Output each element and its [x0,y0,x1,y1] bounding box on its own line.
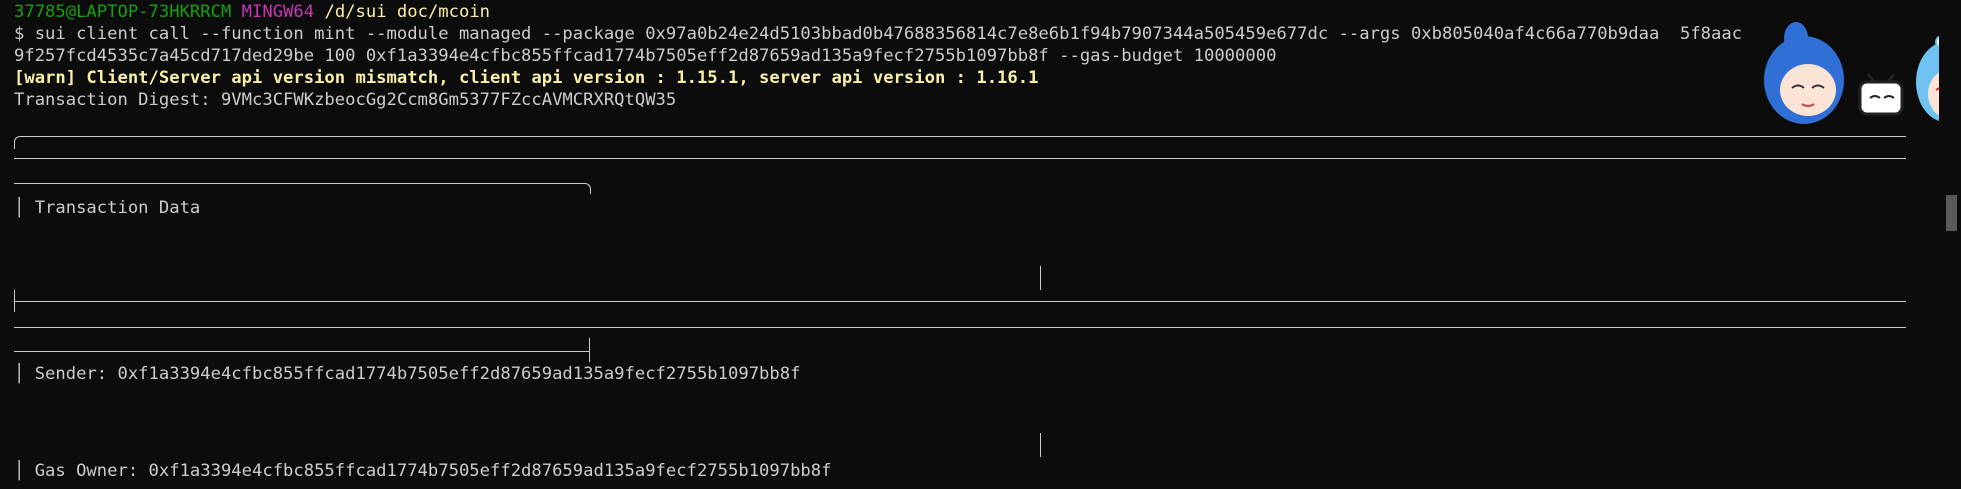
box-separator-1 [14,158,1906,159]
terminal-scrollbar[interactable] [1939,0,1961,489]
command-line-2: 9f257fcd4535c7a45cd717ded29be 100 0xf1a3… [14,46,1277,66]
prompt-shell: MINGW64 [241,2,315,22]
table-divider-1 [1040,266,1041,290]
header-box-top [14,183,584,184]
prompt-cwd: /d/sui doc/mcoin [324,2,491,22]
box-separator-3 [14,327,1906,328]
mascot-sticker-image [1756,18,1961,128]
terminal-window[interactable]: 37785@LAPTOP-73HKRRCM MINGW64 /d/sui doc… [0,0,1961,489]
box-top-border [38,136,1906,137]
prompt-user-host: 37785@LAPTOP-73HKRRCM [14,2,232,22]
section-transaction-data: │ Transaction Data [14,198,201,218]
box-separator-2 [14,301,1906,302]
header-box-corner [578,183,591,194]
sender-box-tee [589,338,590,362]
gas-owner-row: │ Gas Owner: 0xf1a3394e4cfbc855ffcad1774… [14,461,832,481]
scrollbar-thumb[interactable] [1946,195,1957,231]
command-line-1: $ sui client call --function mint --modu… [14,24,1743,44]
sender-row: │ Sender: 0xf1a3394e4cfbc855ffcad1774b75… [14,364,801,384]
box-corner-top-left [14,136,45,149]
sender-box-top [14,351,590,352]
shell-prompt: 37785@LAPTOP-73HKRRCM MINGW64 /d/sui doc… [14,0,490,24]
table-divider-2 [1040,433,1041,457]
version-warning: [warn] Client/Server api version mismatc… [14,68,1039,88]
transaction-digest: Transaction Digest: 9VMc3CFWKzbeocGg2Ccm… [14,90,677,110]
